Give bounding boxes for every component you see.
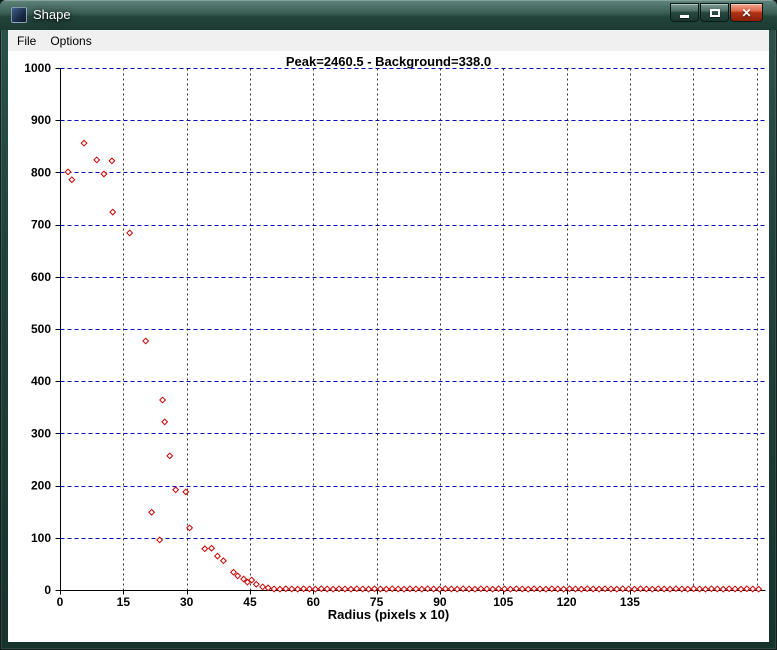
menu-bar: File Options: [8, 30, 769, 51]
shape-window: Shape ✕ File Options Peak=2460.5 - Backg…: [0, 0, 777, 650]
window-title: Shape: [33, 7, 71, 22]
menu-item-file[interactable]: File: [10, 32, 43, 50]
gridlines: [60, 68, 766, 591]
minimize-icon: [680, 14, 689, 18]
svg-text:400: 400: [31, 374, 51, 388]
svg-text:200: 200: [31, 479, 51, 493]
maximize-button[interactable]: [700, 3, 729, 22]
axes: [55, 68, 766, 595]
maximize-icon: [709, 8, 720, 17]
app-icon[interactable]: [11, 7, 27, 23]
caption-buttons: ✕: [669, 0, 763, 22]
close-button[interactable]: ✕: [730, 3, 763, 22]
svg-text:100: 100: [31, 531, 51, 545]
svg-text:900: 900: [31, 113, 51, 127]
svg-text:1000: 1000: [24, 61, 51, 75]
minimize-button[interactable]: [670, 3, 699, 22]
chart-area: Peak=2460.5 - Background=338.0 0 100 200 30…: [8, 51, 769, 642]
close-icon: ✕: [741, 5, 752, 20]
data-points: [64, 139, 763, 593]
svg-text:800: 800: [31, 165, 51, 179]
tick-labels: 010020030040050060070080090010000 15 30 45 6…: [24, 61, 640, 609]
svg-text:0: 0: [44, 583, 51, 597]
svg-text:500: 500: [31, 322, 51, 336]
menu-item-options[interactable]: Options: [43, 32, 98, 50]
shape-plot: 010020030040050060070080090010000 15 30 45 6…: [24, 61, 766, 609]
svg-text:700: 700: [31, 218, 51, 232]
svg-text:300: 300: [31, 426, 51, 440]
svg-text:600: 600: [31, 270, 51, 284]
x-axis-title: Radius (pixels x 10): [327, 607, 450, 622]
title-bar[interactable]: Shape ✕: [0, 0, 777, 30]
